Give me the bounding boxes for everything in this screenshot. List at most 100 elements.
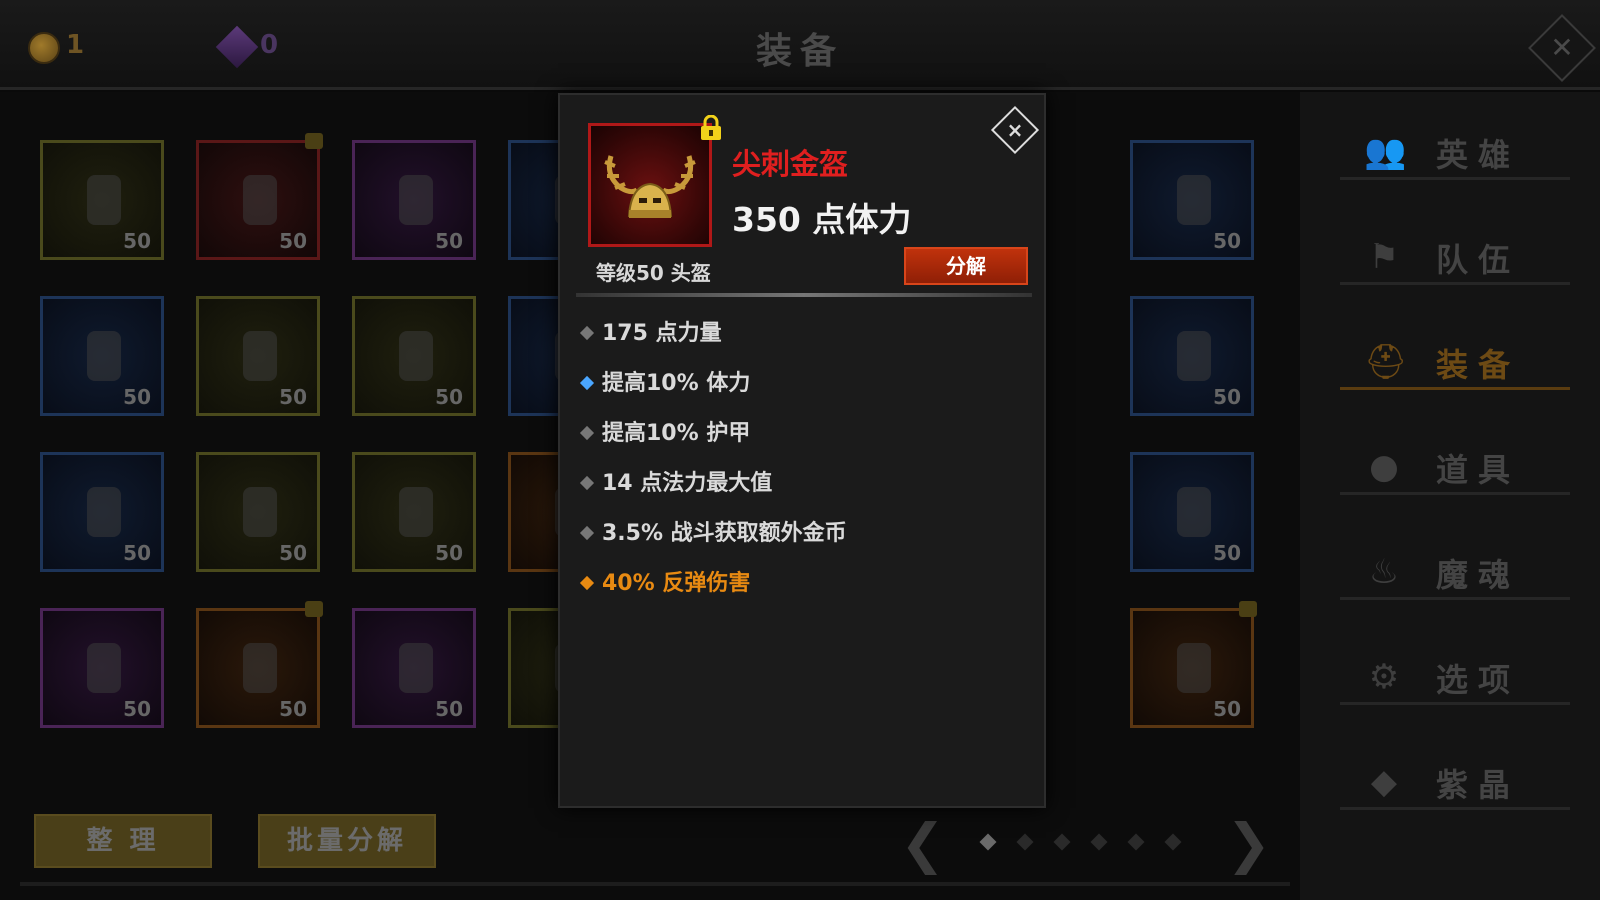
lock-icon [305,133,323,149]
slot-level: 50 [123,697,151,721]
stat-text: 提高10% 护甲 [602,421,751,446]
armor-icon [73,165,135,235]
helmet-icon [73,633,135,703]
horned-helmet-icon [604,155,696,218]
inventory-slot[interactable]: 50 [352,608,476,728]
sidebar-item-label: 紫晶 [1436,766,1521,804]
sidebar-item[interactable]: ⚑ 队伍 [1340,225,1570,285]
stat-text: 40% 反弹伤害 [602,571,751,596]
popup-close-button[interactable]: × [990,105,1040,155]
sidebar-item-label: 道具 [1436,451,1521,489]
slot-level: 50 [435,541,463,565]
decompose-button[interactable]: 分解 [904,247,1028,285]
boots-icon [73,321,135,391]
sidebar-item[interactable]: ♨ 魔魂 [1340,540,1570,600]
stat-line: 提高10% 护甲 [578,415,750,447]
sidebar-item[interactable]: ⛑ 装备 [1340,330,1570,390]
inventory-slot[interactable]: 50 [196,133,323,260]
inventory-slot[interactable]: 50 [40,452,164,572]
sidebar-item[interactable]: ● 道具 [1340,435,1570,495]
boots-icon [73,477,135,547]
inventory-slot[interactable]: 50 [1130,296,1254,416]
sidebar-item-label: 队伍 [1436,241,1521,279]
robe-icon [229,321,291,391]
close-icon: ✕ [1550,31,1574,64]
bag-icon: ● [1369,447,1399,487]
stat-text: 14 点法力最大值 [602,471,773,496]
slot-level: 50 [1213,697,1241,721]
page-title: 装备 [755,31,844,72]
axe-icon [1163,633,1225,703]
item-detail-popup: × 尖刺金盔 350 点体力 等级50 头盔 分解 175 点力量提高10% 体… [558,93,1046,808]
top-bar: 1 0 装备 ✕ [0,0,1600,90]
slot-level: 50 [123,541,151,565]
inventory-slot[interactable]: 50 [352,296,476,416]
boots-icon [385,633,447,703]
lock-icon [1239,601,1257,617]
inventory-slot[interactable]: 50 [40,140,164,260]
slot-level: 50 [123,229,151,253]
diamond-bullet-icon [579,375,595,390]
diamond-bullet-icon [579,325,595,340]
armor-icon [1163,165,1225,235]
stat-line: 3.5% 战斗获取额外金币 [578,515,847,547]
inventory-slot[interactable]: 50 [352,452,476,572]
gear-icon: ⚙ [1368,657,1400,697]
flame-icon: ♨ [1368,552,1400,592]
diamond-bullet-icon [579,425,595,440]
diamond-bullet-icon [579,525,595,540]
inventory-slot[interactable]: 50 [352,140,476,260]
item-name: 尖刺金盔 [732,147,849,181]
slot-level: 50 [435,697,463,721]
stat-line: 40% 反弹伤害 [578,565,750,597]
sort-button[interactable]: 整 理 [34,814,212,868]
bulk-decompose-button[interactable]: 批量分解 [258,814,436,868]
stat-text: 3.5% 战斗获取额外金币 [602,521,847,546]
slot-level: 50 [279,541,307,565]
sidebar-item[interactable]: ◆ 紫晶 [1340,750,1570,810]
prev-page-arrow[interactable]: ❮ [900,812,945,875]
slot-level: 50 [123,385,151,409]
inventory-slot[interactable]: 50 [1130,140,1254,260]
stat-line: 提高10% 体力 [578,365,750,397]
grid-divider [20,882,1290,886]
sidebar-item[interactable]: 👥 英雄 [1340,120,1570,180]
slot-level: 50 [435,385,463,409]
next-page-arrow[interactable]: ❯ [1226,812,1271,875]
diamond-bullet-icon [579,575,595,590]
helmet-icon: ⛑ [1364,342,1408,382]
slot-level: 50 [1213,541,1241,565]
sidebar: 👥 英雄 ⚑ 队伍 ⛑ 装备 ● 道具 ♨ 魔魂 ⚙ 选项 ◆ 紫晶 [1300,92,1600,900]
book-icon [229,477,291,547]
inventory-slot[interactable]: 50 [196,296,320,416]
slot-level: 50 [279,229,307,253]
item-icon-frame [588,123,712,247]
boots-icon [385,321,447,391]
stat-line: 14 点法力最大值 [578,465,772,497]
sidebar-item-label: 装备 [1436,346,1521,384]
inventory-slot[interactable]: 50 [40,608,164,728]
close-icon: × [1006,118,1024,142]
crystal-icon: ◆ [1370,762,1398,802]
lock-icon [305,601,323,617]
inventory-slot[interactable]: 50 [196,601,323,728]
slot-level: 50 [1213,229,1241,253]
inventory-slot[interactable]: 50 [1130,452,1254,572]
hero-icon: 👥 [1364,132,1407,172]
sidebar-item[interactable]: ⚙ 选项 [1340,645,1570,705]
boots-icon [229,633,291,703]
slot-level: 50 [279,697,307,721]
inventory-slot[interactable]: 50 [196,452,320,572]
item-main-stat: 350 点体力 [732,200,912,239]
inventory-slot[interactable]: 50 [1130,601,1257,728]
sidebar-item-label: 选项 [1436,661,1521,699]
slot-level: 50 [1213,385,1241,409]
item-level-type: 等级50 头盔 [596,261,711,285]
lock-icon [701,115,721,140]
slot-level: 50 [279,385,307,409]
inventory-slot[interactable]: 50 [40,296,164,416]
sword-icon [385,165,447,235]
stat-text: 175 点力量 [602,321,722,346]
boots-icon [1163,477,1225,547]
stat-line: 175 点力量 [578,315,722,347]
